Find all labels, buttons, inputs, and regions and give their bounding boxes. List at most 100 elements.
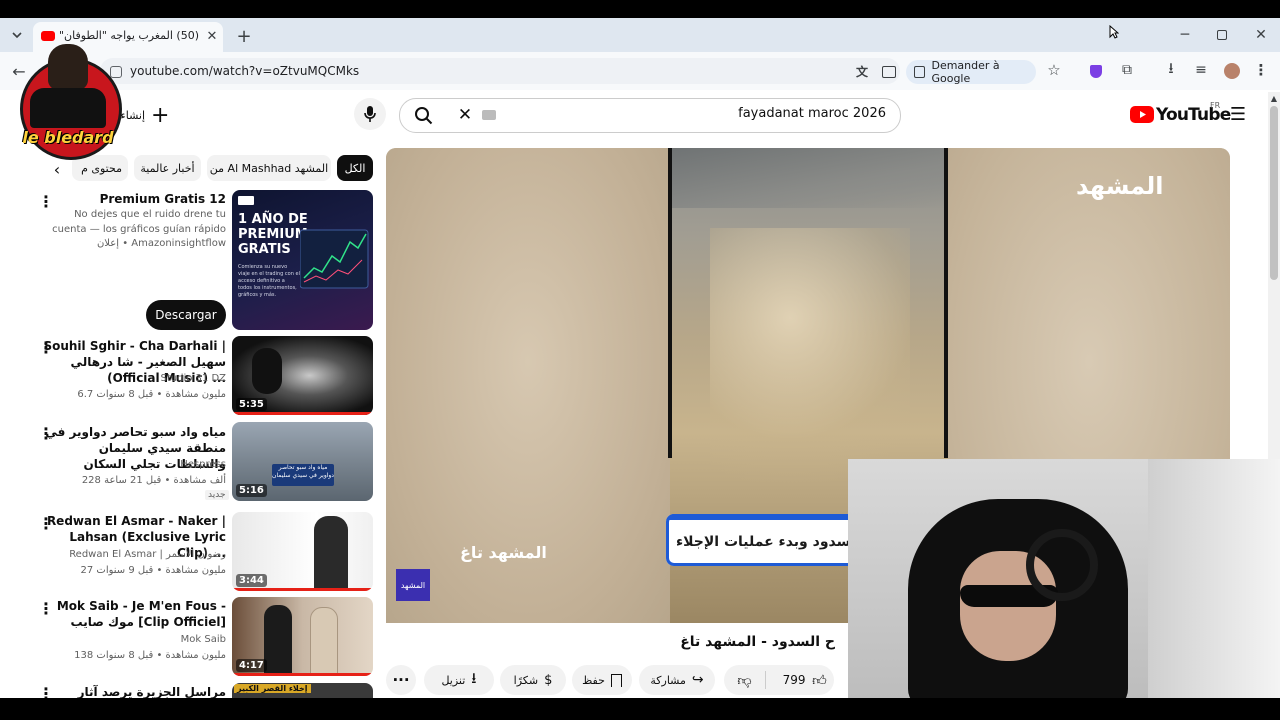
youtube-logo-icon[interactable] [1130, 106, 1154, 123]
video-thumbnail-3[interactable]: 3:44 [232, 512, 373, 591]
bookmark-icon [610, 673, 622, 687]
create-button[interactable]: إنشاء + [115, 100, 175, 130]
video-title[interactable]: مراسل الجزيرة يرصد آثار الفيضانات وسوء [40, 684, 226, 698]
download-icon: ⭳ [471, 668, 477, 687]
caption-accent [666, 514, 856, 520]
tab-search-chevron-icon[interactable] [8, 26, 26, 44]
download-label: تنزيل [441, 673, 466, 687]
like-icon[interactable]: 👍︎ [806, 672, 834, 689]
video-duration: 5:35 [236, 398, 267, 411]
chip-world-news[interactable]: أخبار عالمية [134, 155, 201, 181]
thumb-caption: إخلاء القصر الكبير [234, 684, 311, 693]
ask-google-button[interactable]: Demander à Google [906, 59, 1036, 85]
mic-silhouette [252, 348, 282, 394]
frame-divider [668, 148, 672, 458]
video-title: ح السدود - المشهد تاغ [680, 634, 835, 650]
super-thanks-icon: $ [544, 672, 553, 688]
ublock-extension-icon[interactable] [1090, 65, 1102, 78]
video-title[interactable]: Mok Saib - Je M'en Fous - موك صايب [Clip… [40, 598, 226, 630]
minimize-icon[interactable]: ─ [1176, 26, 1194, 44]
bookmark-star-icon[interactable]: ☆ [1045, 61, 1063, 79]
voice-search-button[interactable] [354, 98, 386, 130]
like-dislike-group: 👎︎ 799 👍︎ [724, 665, 834, 695]
close-window-icon[interactable]: ✕ [1252, 26, 1270, 44]
share-icon: ↪ [691, 672, 704, 688]
ad-more-icon[interactable]: ⋮ [38, 192, 54, 211]
clear-search-icon[interactable]: ✕ [456, 105, 474, 125]
video-channel[interactable]: Mok Saib [40, 632, 226, 647]
new-tab-icon[interactable]: + [234, 26, 254, 47]
media-controls-icon[interactable]: ≡ [1192, 61, 1210, 79]
video-channel[interactable]: Redwan El Asmar | رضوان الأسمر [40, 547, 226, 562]
hamburger-menu-icon[interactable]: ☰ [1228, 104, 1248, 125]
watched-progress-bar [232, 412, 373, 415]
person-silhouette [314, 516, 348, 591]
download-button[interactable]: تنزيل ⭳ [424, 665, 494, 695]
google-lens-icon [914, 66, 926, 78]
more-actions-button[interactable]: ··· [386, 665, 416, 695]
video-channel[interactable]: Hespress [40, 457, 226, 472]
like-count[interactable]: 799 [766, 673, 806, 687]
caption-box: سدود وبدء عمليات الإجلاء [666, 514, 856, 566]
ad-description: No dejes que el ruido drene tu cuenta — … [52, 209, 226, 235]
search-icon[interactable] [414, 106, 434, 126]
close-tab-icon[interactable]: ✕ [205, 28, 219, 44]
video-thumbnail-4[interactable]: 4:17 [232, 597, 373, 676]
share-label: مشاركة [650, 673, 686, 687]
video-more-icon[interactable]: ⋮ [38, 338, 54, 357]
install-app-icon[interactable] [882, 66, 896, 78]
ad-sponsor: إعلان • Amazoninsightflow [96, 238, 226, 249]
save-label: حفظ [582, 673, 605, 687]
watched-progress-bar [232, 588, 373, 591]
video-duration: 4:17 [236, 659, 267, 672]
channel-logo-small: المشهد [396, 569, 430, 601]
webcam-background-wall [1148, 459, 1280, 698]
video-duration: 3:44 [236, 574, 267, 587]
ad-thumbnail[interactable]: 1 AÑO DE PREMIUM GRATIS Comienza su nuev… [232, 190, 373, 330]
plus-icon: + [151, 102, 170, 128]
dam-structure [670, 148, 948, 208]
youtube-favicon-icon [41, 31, 55, 41]
logo-face [48, 44, 88, 90]
address-bar[interactable]: youtube.com/watch?v=oZtvuMQCMks [100, 58, 900, 84]
video-more-icon[interactable]: ⋮ [38, 684, 54, 698]
browser-menu-icon[interactable]: ⋮ [1254, 61, 1269, 79]
profile-avatar[interactable] [1224, 63, 1240, 79]
video-channel[interactable]: Studio 31 DZ [40, 371, 226, 386]
video-more-icon[interactable]: ⋮ [38, 514, 54, 533]
ad-download-button[interactable]: Descargar [146, 300, 226, 330]
person-silhouette [310, 607, 338, 676]
chips-scroll-left-icon[interactable]: ‹ [48, 160, 66, 179]
ad-chart-graphic [300, 229, 369, 289]
video-thumbnail-5[interactable]: إخلاء القصر الكبير [232, 683, 373, 698]
video-caption: سدود وبدء عمليات الإجلاء [676, 534, 851, 550]
downloads-icon[interactable]: ⭳ [1162, 59, 1180, 79]
video-more-icon[interactable]: ⋮ [38, 424, 54, 443]
video-thumbnail-2[interactable]: مياه واد سبو تحاصر دواوير في سيدي سليمان… [232, 422, 373, 501]
webcam-overlay [848, 459, 1280, 698]
video-duration: 5:16 [236, 484, 267, 497]
chip-al-mashhad[interactable]: من Al Mashhad المشهد [207, 155, 331, 181]
video-more-icon[interactable]: ⋮ [38, 599, 54, 618]
scrollbar-thumb[interactable] [1270, 106, 1278, 280]
create-label: إنشاء [120, 108, 146, 122]
ad-title[interactable]: Premium Gratis 12 [40, 191, 226, 207]
translate-icon[interactable]: 文 [853, 62, 871, 80]
microphone-icon [364, 106, 376, 122]
thanks-button[interactable]: شكرًا $ [500, 665, 566, 695]
keyboard-icon[interactable] [482, 110, 496, 120]
thanks-label: شكرًا [513, 673, 539, 687]
chip-all[interactable]: الكل [337, 155, 373, 181]
thumb-caption: مياه واد سبو تحاصر دواوير في سيدي سليمان [272, 464, 334, 486]
video-meta: 138 مليون مشاهدة • قبل 8 سنوات [74, 650, 226, 661]
scroll-up-icon[interactable]: ▲ [1268, 92, 1280, 104]
search-input[interactable]: fayadanat maroc 2026 [738, 106, 886, 121]
video-thumbnail-1[interactable]: 5:35 [232, 336, 373, 415]
dislike-icon[interactable]: 👎︎ [725, 672, 765, 689]
share-button[interactable]: مشاركة ↪ [639, 665, 715, 695]
save-button[interactable]: حفظ [572, 665, 632, 695]
video-meta: 6.7 مليون مشاهدة • قبل 8 سنوات [77, 389, 226, 400]
webcam-headphones [1026, 529, 1098, 601]
extensions-puzzle-icon[interactable]: ⧉ [1118, 61, 1136, 79]
restore-icon[interactable] [1217, 30, 1227, 40]
